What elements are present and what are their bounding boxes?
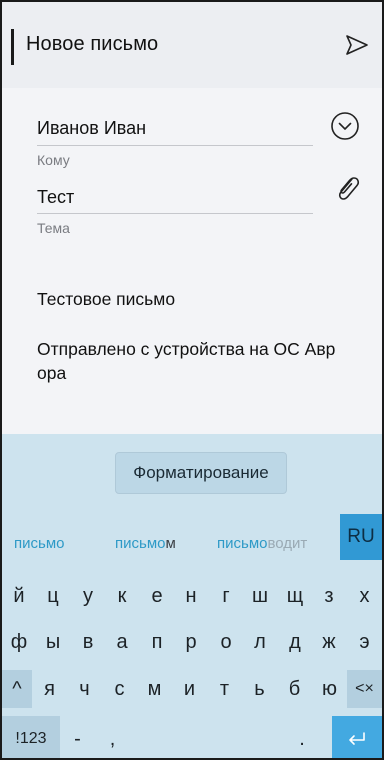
body-line[interactable]: ора — [37, 360, 367, 386]
key[interactable]: к — [105, 577, 139, 615]
enter-icon — [349, 732, 365, 745]
key[interactable]: н — [174, 577, 208, 615]
body-line[interactable]: Отправлено с устройства на ОС Авр — [37, 336, 367, 362]
key[interactable]: ч — [67, 670, 102, 708]
key[interactable]: а — [105, 623, 139, 661]
header: Новое письмо — [2, 2, 382, 88]
space-key[interactable] — [130, 716, 284, 758]
key[interactable]: ж — [312, 623, 346, 661]
language-switch-button[interactable]: RU — [340, 514, 382, 560]
subject-field-label: Тема — [37, 220, 70, 236]
app-frame: Новое письмо Иванов Иван Кому Тест Тема … — [0, 0, 384, 760]
to-field-underline — [37, 145, 313, 146]
key[interactable]: . — [284, 716, 320, 758]
subject-field-underline — [37, 213, 313, 214]
suggestion-prefix: письмо — [217, 535, 268, 552]
backspace-key[interactable]: <× — [347, 670, 382, 708]
keyboard-row-2: ф ы в а п р о л д ж э — [2, 623, 382, 661]
body-line[interactable]: Тестовое письмо — [37, 286, 367, 312]
numbers-key[interactable]: !123 — [2, 716, 60, 758]
suggestion-item[interactable]: письмо — [14, 535, 64, 552]
suggestion-prefix: письмо — [14, 535, 65, 552]
key[interactable]: ц — [36, 577, 70, 615]
key[interactable]: ь — [242, 670, 277, 708]
suggestion-item[interactable]: письмоводит — [217, 535, 307, 552]
key[interactable]: т — [207, 670, 242, 708]
page-title: Новое письмо — [26, 33, 159, 55]
key[interactable]: я — [32, 670, 67, 708]
key[interactable]: й — [2, 577, 36, 615]
key[interactable]: м — [137, 670, 172, 708]
key[interactable]: и — [172, 670, 207, 708]
key[interactable]: у — [71, 577, 105, 615]
key[interactable]: в — [71, 623, 105, 661]
suggestion-item[interactable]: письмом — [115, 535, 176, 552]
keyboard-row-4: !123 - , . — [2, 716, 382, 758]
key[interactable]: з — [312, 577, 346, 615]
key[interactable]: э — [347, 623, 382, 661]
header-accent-bar — [11, 29, 14, 65]
expand-recipients-icon[interactable] — [330, 111, 360, 141]
key[interactable]: р — [174, 623, 208, 661]
key[interactable]: о — [209, 623, 243, 661]
subject-field[interactable]: Тест — [37, 187, 74, 208]
attachment-icon[interactable] — [332, 171, 362, 205]
enter-key[interactable] — [332, 716, 382, 758]
key[interactable]: - — [60, 716, 95, 758]
suggestion-suffix: м — [165, 535, 176, 552]
to-field[interactable]: Иванов Иван — [37, 118, 146, 139]
virtual-keyboard: Форматирование письмо письмом письмоводи… — [2, 434, 382, 758]
key[interactable]: д — [278, 623, 312, 661]
suggestion-suffix: водит — [267, 535, 308, 552]
key[interactable]: л — [243, 623, 277, 661]
key[interactable]: , — [95, 716, 130, 758]
key[interactable]: ш — [243, 577, 277, 615]
key[interactable]: х — [347, 577, 382, 615]
shift-key[interactable]: ^ — [2, 670, 32, 708]
keyboard-row-1: й ц у к е н г ш щ з х — [2, 577, 382, 615]
key[interactable]: п — [140, 623, 174, 661]
key[interactable]: е — [140, 577, 174, 615]
key[interactable]: ы — [36, 623, 70, 661]
key[interactable]: б — [277, 670, 312, 708]
suggestion-prefix: письмо — [115, 535, 166, 552]
key[interactable]: ф — [2, 623, 36, 661]
key[interactable]: ю — [312, 670, 347, 708]
send-icon[interactable] — [344, 32, 370, 58]
key[interactable]: щ — [278, 577, 312, 615]
key[interactable]: г — [209, 577, 243, 615]
to-field-label: Кому — [37, 152, 70, 168]
key[interactable]: с — [102, 670, 137, 708]
formatting-button[interactable]: Форматирование — [115, 452, 287, 494]
keyboard-row-3: ^ я ч с м и т ь б ю <× — [2, 670, 382, 708]
